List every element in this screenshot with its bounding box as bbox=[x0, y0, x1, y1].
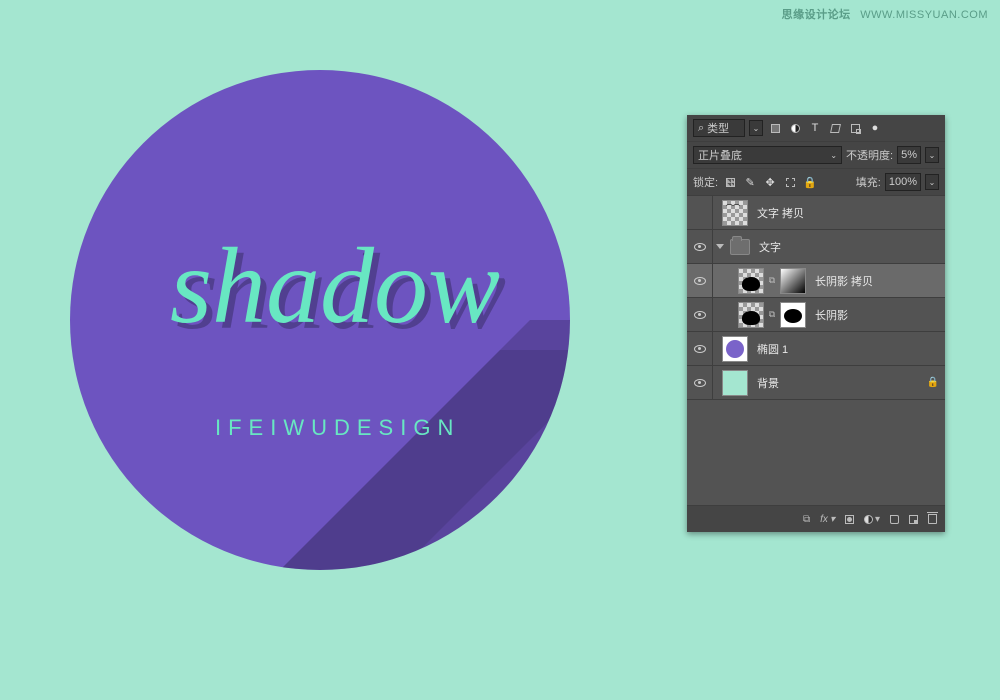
layers-panel: ⌕ 类型 ⌄ T ● 正片叠底 ⌄ 不透明度: 5% ⌄ 锁定: ✎ ✥ 🔒 填… bbox=[687, 115, 945, 532]
blend-mode-dropdown[interactable]: 正片叠底 ⌄ bbox=[693, 146, 842, 164]
opacity-value: 5% bbox=[901, 149, 917, 161]
panel-footer: ⧉ fx▾ ▾ bbox=[687, 506, 945, 532]
lock-brush-icon[interactable]: ✎ bbox=[742, 174, 758, 190]
blend-mode-value: 正片叠底 bbox=[698, 147, 742, 163]
visibility-toggle[interactable] bbox=[687, 196, 713, 229]
eye-icon bbox=[694, 311, 706, 319]
layer-thumbnail[interactable] bbox=[722, 336, 748, 362]
adjustment-icon[interactable]: ▾ bbox=[864, 514, 880, 525]
fill-label: 填充: bbox=[856, 174, 881, 190]
layer-name: 长阴影 拷贝 bbox=[815, 273, 873, 289]
lock-label: 锁定: bbox=[693, 174, 718, 190]
folder-icon bbox=[730, 239, 750, 255]
layer-row[interactable]: 背景 🔒 bbox=[687, 366, 945, 400]
watermark-en: WWW.MISSYUAN.COM bbox=[860, 9, 988, 21]
blend-row: 正片叠底 ⌄ 不透明度: 5% ⌄ bbox=[687, 142, 945, 169]
fill-value: 100% bbox=[889, 176, 917, 188]
eye-icon bbox=[694, 379, 706, 387]
trash-icon[interactable] bbox=[928, 514, 937, 524]
layer-thumbnail[interactable]: ⌒⌒ bbox=[722, 200, 748, 226]
layer-thumbnail[interactable] bbox=[722, 370, 748, 396]
layer-thumbnail[interactable] bbox=[738, 268, 764, 294]
chevron-down-icon: ⌄ bbox=[830, 151, 837, 160]
lock-row: 锁定: ✎ ✥ 🔒 填充: 100% ⌄ bbox=[687, 169, 945, 196]
add-mask-icon[interactable] bbox=[845, 515, 854, 524]
layer-filter-dropdown[interactable]: ⌕ 类型 bbox=[693, 119, 745, 137]
layer-mask-thumbnail[interactable] bbox=[780, 268, 806, 294]
opacity-input[interactable]: 5% bbox=[897, 146, 921, 164]
panel-empty-area bbox=[687, 406, 945, 506]
layer-name: 长阴影 bbox=[815, 307, 848, 323]
mask-link-icon[interactable]: ⧉ bbox=[767, 309, 777, 320]
search-icon: ⌕ bbox=[698, 122, 704, 135]
watermark-cn: 思缘设计论坛 bbox=[782, 9, 851, 21]
filter-pixel-icon[interactable] bbox=[767, 120, 783, 136]
filter-shape-icon[interactable] bbox=[827, 120, 843, 136]
lock-move-icon[interactable]: ✥ bbox=[762, 174, 778, 190]
fx-icon[interactable]: fx▾ bbox=[820, 514, 835, 525]
filter-adjust-icon[interactable] bbox=[787, 120, 803, 136]
expand-arrow-icon[interactable] bbox=[716, 244, 724, 249]
design-subtitle: IFEIWUDESIGN bbox=[215, 415, 460, 441]
visibility-toggle[interactable] bbox=[687, 264, 713, 297]
layer-name: 文字 bbox=[759, 239, 781, 255]
fill-input[interactable]: 100% bbox=[885, 173, 921, 191]
layer-name: 文字 拷贝 bbox=[757, 205, 804, 221]
layer-name: 椭圆 1 bbox=[757, 341, 788, 357]
layer-row[interactable]: ⌒⌒ 文字 拷贝 bbox=[687, 196, 945, 230]
eye-icon bbox=[694, 277, 706, 285]
opacity-label: 不透明度: bbox=[846, 147, 893, 163]
filter-text-icon[interactable]: T bbox=[807, 120, 823, 136]
filter-row: ⌕ 类型 ⌄ T ● bbox=[687, 115, 945, 142]
design-circle: shadow shadow IFEIWUDESIGN bbox=[70, 70, 570, 570]
layers-list: ⌒⌒ 文字 拷贝 文字 ⧉ 长阴影 拷贝 ⧉ 长阴影 bbox=[687, 196, 945, 406]
filter-text: 类型 bbox=[707, 120, 729, 136]
watermark: 思缘设计论坛 WWW.MISSYUAN.COM bbox=[782, 6, 988, 22]
filter-dropdown-arrow[interactable]: ⌄ bbox=[749, 120, 763, 136]
layer-row[interactable]: 文字 bbox=[687, 230, 945, 264]
visibility-toggle[interactable] bbox=[687, 332, 713, 365]
layer-row[interactable]: ⧉ 长阴影 bbox=[687, 298, 945, 332]
design-text: shadow bbox=[170, 225, 500, 349]
new-group-icon[interactable] bbox=[890, 515, 899, 524]
link-layers-icon[interactable]: ⧉ bbox=[803, 514, 810, 525]
lock-icon: 🔒 bbox=[927, 377, 939, 388]
layer-row[interactable]: ⧉ 长阴影 拷贝 bbox=[687, 264, 945, 298]
filter-toggle-icon[interactable]: ● bbox=[867, 120, 883, 136]
lock-all-icon[interactable]: 🔒 bbox=[802, 174, 818, 190]
eye-icon bbox=[694, 345, 706, 353]
mask-link-icon[interactable]: ⧉ bbox=[767, 275, 777, 286]
lock-transparency-icon[interactable] bbox=[722, 174, 738, 190]
fill-dropdown-arrow[interactable]: ⌄ bbox=[925, 174, 939, 190]
new-layer-icon[interactable] bbox=[909, 515, 918, 524]
lock-artboard-icon[interactable] bbox=[782, 174, 798, 190]
visibility-toggle[interactable] bbox=[687, 298, 713, 331]
visibility-toggle[interactable] bbox=[687, 366, 713, 399]
layer-mask-thumbnail[interactable] bbox=[780, 302, 806, 328]
eye-icon bbox=[694, 243, 706, 251]
layer-row[interactable]: 椭圆 1 bbox=[687, 332, 945, 366]
filter-smart-icon[interactable] bbox=[847, 120, 863, 136]
layer-thumbnail[interactable] bbox=[738, 302, 764, 328]
layer-name: 背景 bbox=[757, 375, 779, 391]
visibility-toggle[interactable] bbox=[687, 230, 713, 263]
opacity-dropdown-arrow[interactable]: ⌄ bbox=[925, 147, 939, 163]
